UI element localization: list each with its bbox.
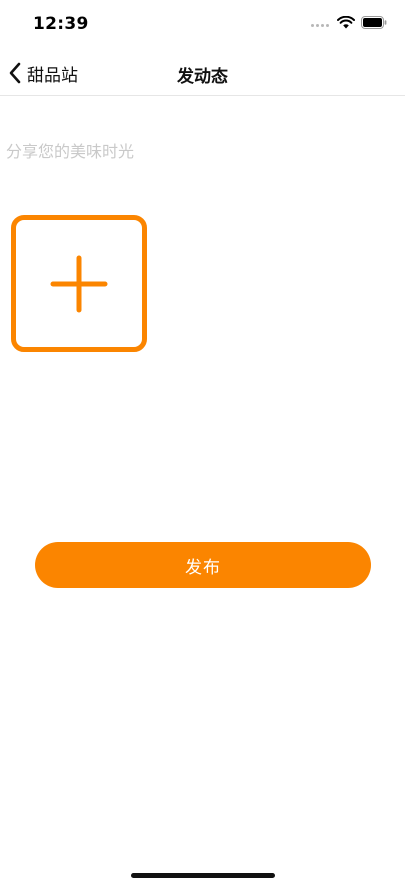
status-time: 12:39	[33, 14, 89, 34]
status-icons	[311, 16, 387, 29]
plus-icon	[50, 255, 108, 312]
home-indicator[interactable]	[131, 873, 275, 878]
screen: 12:39 甜品站 发动态 分享您的美味时光 发布	[0, 0, 405, 887]
post-content-input[interactable]	[6, 138, 396, 198]
wifi-icon	[337, 16, 355, 29]
add-image-button[interactable]	[11, 215, 147, 352]
publish-button[interactable]: 发布	[35, 542, 371, 588]
cellular-signal-icon	[311, 24, 329, 27]
status-bar: 12:39	[0, 0, 405, 50]
battery-icon	[361, 16, 387, 29]
navigation-bar: 甜品站 发动态	[0, 50, 405, 96]
page-title: 发动态	[177, 67, 228, 87]
